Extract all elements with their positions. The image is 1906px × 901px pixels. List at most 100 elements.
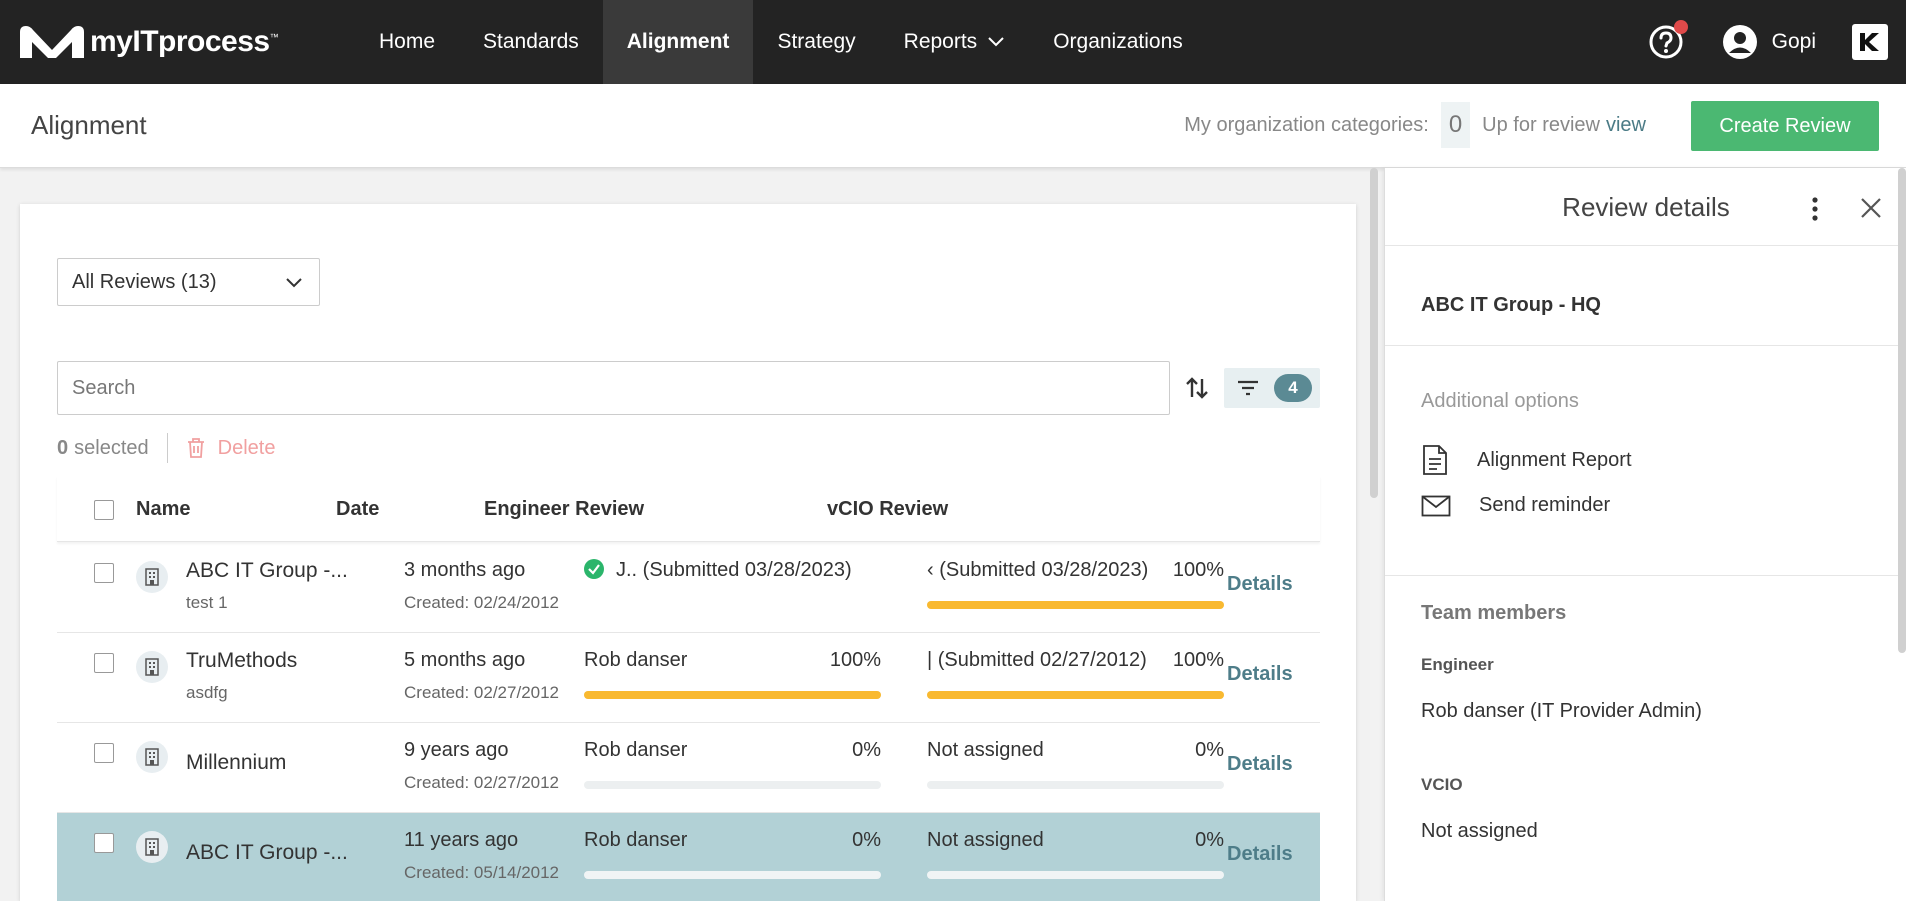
search-input[interactable]	[57, 361, 1170, 415]
review-name: asdfg	[186, 683, 228, 702]
nav-standards[interactable]: Standards	[459, 0, 603, 84]
nav-home-label: Home	[379, 30, 436, 53]
user-menu[interactable]: Gopi	[1722, 24, 1816, 60]
trash-icon	[187, 438, 204, 458]
more-options-icon[interactable]	[1811, 196, 1819, 222]
notification-dot	[1673, 20, 1688, 34]
engineer-progress-bar	[584, 871, 881, 879]
org-categories-label: My organization categories:	[1184, 113, 1429, 136]
page-header: Alignment My organization categories: 0 …	[0, 84, 1906, 168]
vcio-progress-bar	[927, 691, 1224, 699]
details-link[interactable]: Details	[1227, 843, 1293, 866]
review-details-panel: Review details ABC IT Group - HQ Additio…	[1384, 168, 1906, 901]
selection-bar: 0 selected Delete	[57, 430, 275, 466]
column-name[interactable]: Name	[136, 498, 190, 521]
alignment-report-option[interactable]: Alignment Report	[1421, 444, 1632, 476]
table-row[interactable]: TruMethods asdfg 5 months ago Created: 0…	[57, 633, 1320, 723]
org-name: TruMethods	[186, 649, 298, 672]
engineer-review-status: Rob danser	[584, 739, 688, 761]
nav-right: Gopi	[1648, 0, 1906, 84]
vcio-review-cell: Not assigned 0%	[927, 829, 1224, 889]
engineer-role-label: Engineer	[1421, 655, 1494, 674]
additional-options-label: Additional options	[1421, 390, 1579, 412]
logo-mark-icon	[20, 26, 84, 58]
row-checkbox[interactable]	[94, 743, 114, 763]
org-categories-count: 0	[1440, 102, 1471, 148]
reviews-card: All Reviews (13) 4 0 selected Delete Nam…	[20, 204, 1356, 901]
send-reminder-option[interactable]: Send reminder	[1421, 494, 1610, 517]
send-reminder-label: Send reminder	[1479, 494, 1611, 516]
vcio-review-percent: 100%	[1172, 559, 1224, 581]
vcio-progress-fill	[927, 691, 1224, 699]
selected-label: selected	[74, 436, 149, 459]
page-title: Alignment	[31, 110, 147, 140]
engineer-review-status: J.. (Submitted 03/28/2023)	[584, 559, 852, 582]
vcio-review-cell: ‹ (Submitted 03/28/2023) 100%	[927, 559, 1224, 619]
kaseya-app-launcher[interactable]	[1852, 24, 1888, 60]
vcio-progress-bar	[927, 601, 1224, 609]
logo-text: myITprocess™	[90, 25, 279, 58]
view-link[interactable]: view	[1606, 114, 1646, 137]
building-icon	[136, 831, 168, 863]
create-review-button[interactable]: Create Review	[1691, 101, 1879, 151]
column-date[interactable]: Date	[336, 498, 379, 521]
nav-reports[interactable]: Reports	[880, 0, 1030, 84]
scrollbar-thumb[interactable]	[1370, 168, 1378, 498]
nav-home[interactable]: Home	[355, 0, 459, 84]
details-link[interactable]: Details	[1227, 663, 1293, 686]
table-header: Name Date Engineer Review vCIO Review	[57, 476, 1320, 542]
engineer-review-status: Rob danser	[584, 649, 688, 671]
sort-icon[interactable]	[1184, 375, 1210, 401]
close-icon[interactable]	[1859, 196, 1883, 220]
filter-icon	[1238, 380, 1258, 396]
vcio-review-percent: 0%	[1195, 739, 1224, 761]
nav-organizations-label: Organizations	[1053, 30, 1183, 53]
nav-alignment[interactable]: Alignment	[602, 0, 754, 84]
column-vcio-review[interactable]: vCIO Review	[827, 498, 948, 521]
vcio-review-cell: Not assigned 0%	[927, 739, 1224, 799]
row-checkbox[interactable]	[94, 833, 114, 853]
review-date: 9 years ago	[404, 739, 509, 761]
nav-standards-label: Standards	[483, 30, 579, 53]
help-button[interactable]	[1648, 20, 1688, 60]
details-link[interactable]: Details	[1227, 753, 1293, 776]
table-row-selected[interactable]: ABC IT Group -... 11 years ago Created: …	[57, 813, 1320, 901]
vcio-review-status: Not assigned	[927, 739, 1044, 761]
building-icon	[136, 561, 168, 593]
engineer-review-percent: 0%	[852, 829, 881, 851]
filter-count-badge: 4	[1274, 374, 1312, 402]
vcio-review-status: Not assigned	[927, 829, 1044, 851]
engineer-review-status: Rob danser	[584, 829, 688, 851]
delete-button[interactable]: Delete	[186, 437, 275, 460]
org-name: Millennium	[186, 751, 287, 774]
vcio-review-cell: | (Submitted 02/27/2012) 100%	[927, 649, 1224, 709]
review-date: 5 months ago	[404, 649, 526, 671]
engineer-progress-bar	[584, 781, 881, 789]
engineer-review-cell: Rob danser 0%	[584, 739, 881, 799]
review-created: Created: 02/24/2012	[404, 593, 560, 612]
details-link[interactable]: Details	[1227, 573, 1293, 596]
main-scrollbar[interactable]	[1370, 168, 1378, 901]
vcio-progress-bar	[927, 871, 1224, 879]
up-for-review-label: Up for review	[1482, 113, 1600, 136]
divider	[1385, 575, 1906, 576]
nav-strategy[interactable]: Strategy	[753, 0, 879, 84]
nav-organizations[interactable]: Organizations	[1029, 0, 1207, 84]
reviews-filter-value: All Reviews (13)	[72, 270, 217, 293]
row-checkbox[interactable]	[94, 653, 114, 673]
engineer-review-cell: J.. (Submitted 03/28/2023)	[584, 559, 881, 619]
column-engineer-review[interactable]: Engineer Review	[484, 498, 644, 521]
table-row[interactable]: ABC IT Group -... test 1 3 months ago Cr…	[57, 543, 1320, 633]
reviews-filter-dropdown[interactable]: All Reviews (13)	[57, 258, 320, 306]
engineer-review-cell: Rob danser 100%	[584, 649, 881, 709]
engineer-review-cell: Rob danser 0%	[584, 829, 881, 889]
select-all-checkbox[interactable]	[94, 500, 114, 520]
kaseya-k-icon	[1860, 33, 1879, 51]
table-row[interactable]: Millennium 9 years ago Created: 02/27/20…	[57, 723, 1320, 813]
selected-count: 0	[57, 436, 69, 459]
filter-button[interactable]: 4	[1224, 368, 1320, 408]
app-logo[interactable]: myITprocess™	[18, 22, 279, 62]
panel-scrollbar-thumb[interactable]	[1898, 168, 1906, 653]
check-circle-icon	[584, 559, 604, 579]
row-checkbox[interactable]	[94, 563, 114, 583]
